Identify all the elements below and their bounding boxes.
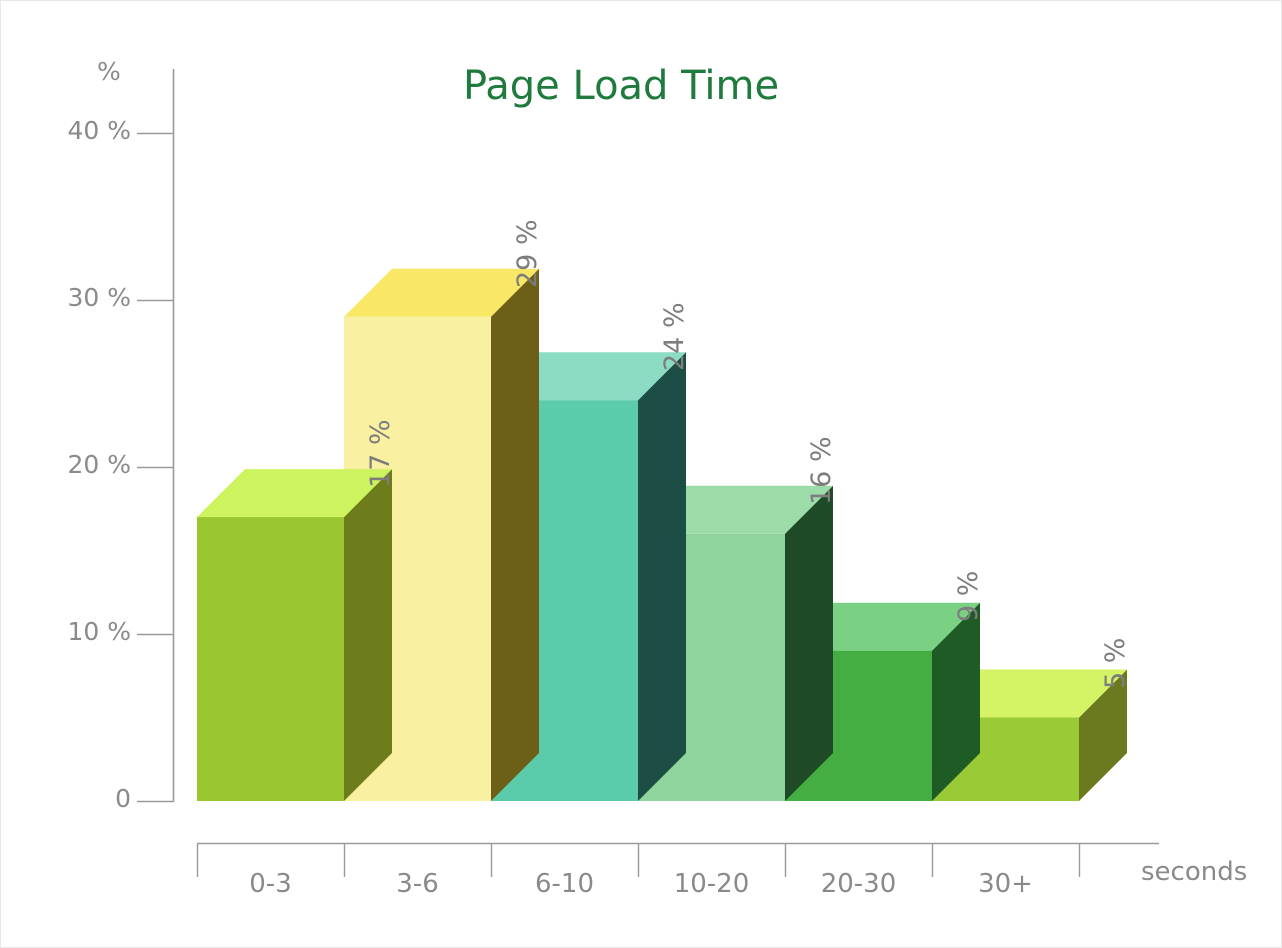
x-axis-tick-label: 3-6: [396, 869, 439, 899]
bar-side-face: [344, 469, 392, 801]
bar-side-face: [638, 352, 686, 801]
x-axis-tick-label: 20-30: [820, 869, 897, 899]
x-axis-tick-label: 0-3: [249, 869, 292, 899]
x-axis-tick-label: 10-20: [673, 869, 750, 899]
chart-plot-area: [137, 69, 1159, 877]
bar-side-face: [785, 485, 833, 801]
bar-front-face: [197, 517, 344, 801]
bar-value-label: 16 %: [806, 436, 837, 505]
y-axis-ticks: [137, 132, 174, 803]
bar-value-label: 29 %: [512, 219, 543, 288]
bar-value-label: 17 %: [365, 419, 396, 489]
bar-value-label: 9 %: [953, 570, 984, 622]
x-axis-tick-label: 30+: [978, 869, 1033, 899]
bar-side-face: [491, 268, 539, 801]
x-axis-tick-label: 6-10: [534, 869, 594, 899]
x-axis-unit-label: seconds: [1141, 857, 1248, 887]
bar-value-label: 24 %: [659, 302, 690, 372]
bar-0-3[interactable]: [197, 469, 392, 801]
chart-page: Page Load Time % 40 % 30 % 20 % 10 % 0 0-3 3-…: [0, 0, 1282, 948]
bar-value-label: 5 %: [1100, 637, 1131, 689]
